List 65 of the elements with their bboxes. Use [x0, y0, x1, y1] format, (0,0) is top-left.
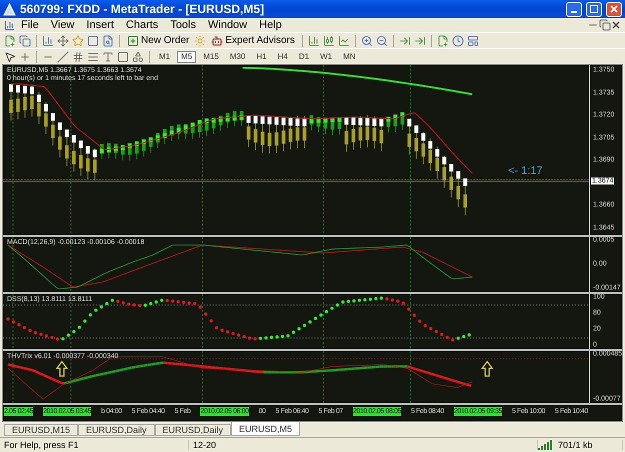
expert-advisors-button[interactable]: Expert Advisors [209, 34, 297, 48]
trend-line-icon[interactable] [57, 50, 69, 62]
menu-item[interactable]: File [15, 19, 45, 31]
shapes-icon[interactable] [132, 50, 144, 62]
timeframe-button[interactable]: H4 [274, 50, 292, 62]
window-title: 560799: FXDD - MetaTrader - [EURUSD,M5] [20, 2, 266, 16]
chart-icon [4, 20, 15, 30]
move-icon[interactable] [57, 34, 69, 46]
timeframe-button[interactable]: MN [339, 50, 360, 62]
timeframe-button[interactable]: M5 [177, 50, 196, 62]
restore-icon[interactable] [599, 19, 611, 31]
clock-icon[interactable] [452, 34, 464, 46]
chart-tab[interactable]: EURUSD,M5 [231, 422, 300, 436]
menu-item[interactable]: Tools [164, 19, 202, 31]
maximize-icon [590, 5, 598, 13]
profiles-icon[interactable] [19, 34, 31, 46]
close-button[interactable] [606, 2, 622, 16]
status-text: For Help, press F1 [0, 440, 189, 450]
fibonacci-icon[interactable] [87, 50, 99, 62]
chart-shift-icon[interactable] [398, 34, 411, 46]
minimize-button[interactable] [566, 2, 582, 16]
timeframe-button[interactable]: M1 [155, 50, 174, 62]
timeframe-button[interactable]: D1 [294, 50, 314, 62]
robot-icon [211, 34, 224, 46]
document-search-icon[interactable] [102, 34, 114, 46]
chart-tab[interactable]: EURUSD,Daily [154, 424, 232, 436]
up-arrow-icon [56, 360, 68, 377]
countdown-text: <- 1:17 [508, 165, 543, 177]
label-icon[interactable] [117, 50, 129, 62]
chart-tab[interactable]: EURUSD,M15 [4, 424, 78, 436]
cursor-icon[interactable] [4, 50, 16, 62]
timeframe-button[interactable]: M30 [226, 50, 250, 62]
chart-tab[interactable]: EURUSD,Daily [78, 424, 155, 436]
zoom-in-icon[interactable] [360, 34, 373, 46]
new-chart-icon[interactable] [4, 34, 16, 46]
menu-item[interactable]: Insert [80, 19, 120, 31]
bar-chart-icon[interactable] [42, 34, 54, 46]
bar-chart-icon[interactable] [308, 34, 320, 46]
channel-icon[interactable] [72, 50, 84, 62]
close-icon[interactable] [611, 20, 621, 30]
crosshair-icon[interactable] [19, 50, 31, 62]
zoom-out-icon[interactable] [376, 34, 388, 46]
menu-item[interactable]: Help [253, 19, 288, 31]
menu-item[interactable]: View [44, 19, 80, 31]
close-icon [610, 5, 618, 13]
star-icon[interactable] [72, 34, 84, 46]
auto-scroll-icon[interactable] [414, 34, 426, 46]
template-icon[interactable] [466, 34, 479, 46]
app-logo-icon [3, 2, 16, 16]
timeframe-button[interactable]: H1 [252, 50, 271, 62]
up-arrow-icon [481, 360, 494, 377]
status-text: 701/1 kb [554, 440, 623, 450]
window-icon[interactable] [87, 34, 99, 46]
menu-item[interactable]: Charts [120, 19, 164, 31]
new-order-button[interactable]: New Order [125, 34, 192, 48]
maximize-button[interactable] [586, 2, 602, 16]
indicator-icon[interactable] [436, 34, 449, 46]
candlestick-icon[interactable] [322, 34, 335, 46]
plus-icon [127, 34, 139, 46]
timeframe-button[interactable]: W1 [316, 50, 336, 62]
text-icon[interactable] [102, 50, 114, 62]
timeframe-button[interactable]: M15 [199, 50, 223, 62]
connection-bars-icon [538, 440, 554, 450]
menu-item[interactable]: Window [202, 19, 254, 31]
line-chart-icon[interactable] [338, 34, 350, 46]
